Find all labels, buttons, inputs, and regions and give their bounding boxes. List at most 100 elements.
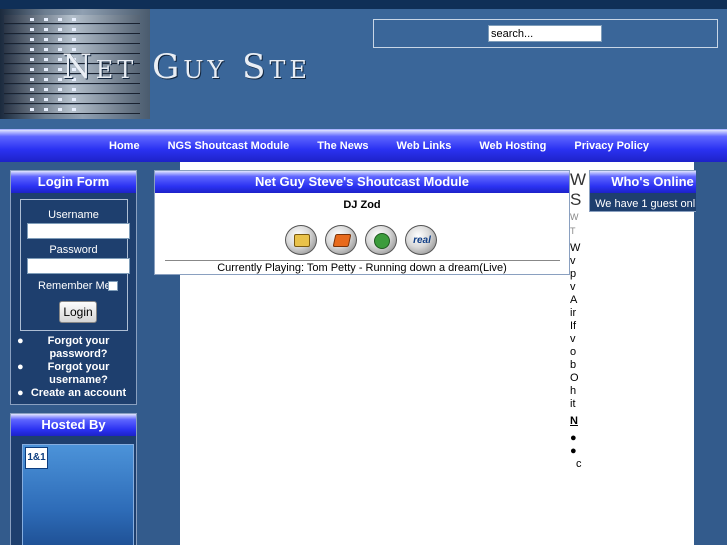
username-field[interactable] (27, 223, 130, 239)
article-body-letter: ir (570, 307, 577, 319)
nav-the-news[interactable]: The News (303, 130, 382, 163)
server-led (30, 78, 34, 81)
left-column: Login Form Username Password Remember Me… (10, 170, 137, 545)
server-led (30, 98, 34, 101)
bullet-icon: ● (17, 361, 24, 373)
username-label: Username (48, 209, 99, 221)
article-meta-letter: T (570, 226, 576, 236)
real-label: real (413, 235, 431, 246)
server-led (44, 18, 48, 21)
server-led (72, 28, 76, 31)
search-input[interactable] (488, 25, 602, 42)
winamp-icon[interactable] (285, 225, 317, 255)
article-title-letter: S (570, 190, 582, 209)
bullet-icon: ● (570, 445, 577, 457)
password-field[interactable] (27, 258, 130, 274)
article-body-letter: v (570, 255, 576, 267)
server-led (58, 28, 62, 31)
bullet-icon: ● (17, 387, 24, 399)
hosted-by-title: Hosted By (11, 414, 136, 436)
article-body-letter: If (570, 320, 577, 332)
login-form-module: Login Form Username Password Remember Me… (10, 170, 137, 405)
server-led (30, 88, 34, 91)
windows-media-icon[interactable] (325, 225, 357, 255)
article-heading-letter: N (570, 415, 578, 427)
site-header: Net Guy Ste (0, 9, 727, 129)
remember-me-checkbox[interactable] (108, 281, 118, 291)
article-body-letter: W (570, 242, 581, 254)
right-strip (696, 162, 727, 545)
server-led (30, 48, 34, 51)
forgot-password-link[interactable]: ● Forgot your password? (11, 335, 136, 361)
article-body-letter: v (570, 281, 576, 293)
article-body-letter: o (570, 346, 577, 358)
server-led (44, 58, 48, 61)
password-label: Password (49, 244, 98, 256)
server-led (44, 38, 48, 41)
server-led (44, 28, 48, 31)
shoutcast-module: Net Guy Steve's Shoutcast Module DJ Zod … (154, 170, 570, 275)
server-led (58, 98, 62, 101)
nav-web-hosting[interactable]: Web Hosting (465, 130, 560, 163)
bullet-icon: ● (570, 432, 577, 444)
article-body-letter: A (570, 294, 578, 306)
nav-web-links[interactable]: Web Links (383, 130, 466, 163)
article-body-letter: b (570, 359, 577, 371)
hosted-by-module: Hosted By 1&1 (10, 413, 137, 545)
server-led (30, 58, 34, 61)
now-playing: Currently Playing: Tom Petty - Running d… (217, 262, 507, 274)
create-account-text: Create an account (30, 387, 127, 399)
create-account-link[interactable]: ● Create an account (11, 387, 136, 400)
itunes-icon[interactable] (365, 225, 397, 255)
server-led (44, 68, 48, 71)
server-led (44, 108, 48, 111)
forgot-username-link[interactable]: ● Forgot your username? (11, 361, 136, 387)
server-led (30, 28, 34, 31)
server-led (58, 88, 62, 91)
real-player-icon[interactable]: real (405, 225, 437, 255)
article-body-letter: O (570, 372, 579, 384)
server-led (30, 108, 34, 111)
hosting-banner[interactable]: 1&1 (22, 444, 134, 545)
login-button[interactable]: Login (59, 301, 97, 323)
top-bar (0, 0, 727, 9)
nav-ngs-shoutcast-module[interactable]: NGS Shoutcast Module (154, 130, 304, 163)
article-body-letter: it (570, 398, 576, 410)
server-led (58, 38, 62, 41)
server-led (72, 108, 76, 111)
server-led (30, 38, 34, 41)
remember-me-label: Remember Me (38, 280, 111, 292)
nav-home[interactable]: Home (95, 130, 154, 163)
server-led (72, 88, 76, 91)
dj-name: DJ Zod (343, 199, 381, 211)
server-led (72, 98, 76, 101)
server-led (72, 38, 76, 41)
server-led (72, 18, 76, 21)
article-title-letter: W (570, 170, 587, 189)
article-tail-letter: c (576, 458, 582, 470)
player-icons: real (285, 225, 437, 255)
nav-privacy-policy[interactable]: Privacy Policy (560, 130, 663, 163)
server-led (58, 18, 62, 21)
divider (165, 260, 560, 261)
article-meta-letter: W (570, 212, 579, 222)
article-body-letter: v (570, 333, 576, 345)
login-links: ● Forgot your password? ● Forgot your user… (11, 335, 136, 400)
server-led (30, 68, 34, 71)
article-peek: W S W T Wv p v Air If v o b Oh it N ● ● c (570, 170, 588, 480)
server-led (44, 78, 48, 81)
server-led (44, 48, 48, 51)
login-form-title: Login Form (11, 171, 136, 193)
article-body-letter: p (570, 268, 577, 280)
main-nav: Home NGS Shoutcast Module The News Web L… (0, 129, 727, 162)
search-area (373, 19, 718, 48)
server-led (58, 108, 62, 111)
server-led (44, 98, 48, 101)
forgot-password-text: Forgot your password? (47, 335, 110, 360)
1and1-logo: 1&1 (25, 447, 48, 469)
shoutcast-title: Net Guy Steve's Shoutcast Module (155, 171, 569, 193)
site-title: Net Guy Ste (62, 47, 311, 87)
bullet-icon: ● (17, 335, 24, 347)
server-led (44, 88, 48, 91)
article-body-letter: h (570, 385, 577, 397)
